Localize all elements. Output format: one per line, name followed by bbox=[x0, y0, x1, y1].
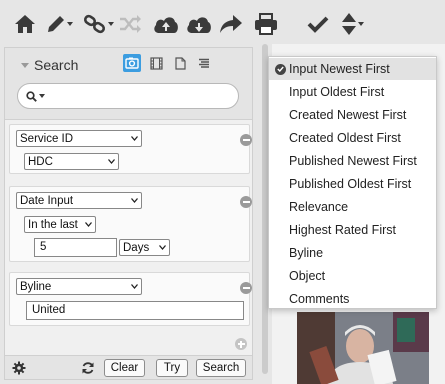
chevron-down-icon bbox=[131, 284, 138, 289]
photo-icon[interactable] bbox=[123, 54, 141, 72]
criterion-field-select[interactable]: Date Input bbox=[16, 192, 142, 209]
service-id-value: HDC bbox=[28, 155, 53, 168]
sort-option[interactable]: Byline bbox=[269, 242, 436, 264]
link-icon[interactable] bbox=[81, 11, 115, 37]
clear-button[interactable]: Clear bbox=[104, 359, 145, 377]
sort-option-label: Input Newest First bbox=[289, 62, 390, 76]
chevron-down-icon bbox=[107, 22, 114, 26]
video-icon[interactable] bbox=[147, 54, 165, 72]
search-panel-title: Search bbox=[34, 57, 79, 73]
sort-option[interactable]: Input Oldest First bbox=[269, 81, 436, 103]
checkmark-icon[interactable] bbox=[305, 11, 331, 37]
cloud-download-icon[interactable] bbox=[184, 11, 214, 37]
sort-option[interactable]: Input Newest First bbox=[269, 58, 436, 80]
sort-option[interactable]: Relevance bbox=[269, 196, 436, 218]
search-icon bbox=[26, 90, 37, 102]
date-range-value: In the last bbox=[28, 218, 78, 231]
document-icon[interactable] bbox=[171, 54, 189, 72]
main-toolbar bbox=[0, 0, 445, 46]
print-icon[interactable] bbox=[252, 11, 280, 37]
try-button[interactable]: Try bbox=[156, 359, 188, 377]
search-panel-footer: Clear Try Search bbox=[5, 355, 252, 379]
share-arrow-icon[interactable] bbox=[218, 11, 244, 37]
search-panel-header: Search bbox=[5, 48, 252, 120]
date-amount-field[interactable]: 5 bbox=[34, 238, 117, 257]
cloud-upload-icon[interactable] bbox=[151, 11, 181, 37]
criterion-field-value: Date Input bbox=[20, 194, 74, 207]
search-panel: Search Service ID HDC Date Input In the … bbox=[4, 47, 253, 380]
date-unit-value: Days bbox=[123, 241, 150, 254]
pencil-icon[interactable] bbox=[44, 11, 74, 37]
criterion-field-value: Byline bbox=[20, 280, 52, 293]
checkmark-icon bbox=[275, 63, 286, 75]
sort-option[interactable]: Created Newest First bbox=[269, 104, 436, 126]
criterion-field-value: Service ID bbox=[20, 132, 74, 145]
criterion-date-input: Date Input In the last 5 Days bbox=[9, 186, 252, 262]
chevron-down-icon bbox=[357, 22, 364, 26]
sort-option[interactable]: Object bbox=[269, 265, 436, 287]
sort-option[interactable]: Highest Rated First bbox=[269, 219, 436, 241]
refresh-icon[interactable] bbox=[81, 361, 95, 378]
chevron-down-icon bbox=[66, 22, 73, 26]
service-id-select[interactable]: HDC bbox=[24, 153, 119, 170]
byline-field[interactable]: United bbox=[26, 301, 244, 320]
remove-criterion-icon[interactable] bbox=[240, 134, 252, 146]
result-thumbnail[interactable] bbox=[297, 312, 429, 384]
date-unit-select[interactable]: Days bbox=[119, 239, 170, 256]
gear-icon[interactable] bbox=[12, 361, 26, 378]
text-icon[interactable] bbox=[195, 54, 213, 72]
search-panel-toggle[interactable]: Search bbox=[21, 57, 78, 73]
date-range-select[interactable]: In the last bbox=[24, 216, 96, 233]
chevron-down-icon bbox=[131, 136, 138, 141]
search-input[interactable] bbox=[17, 83, 239, 109]
chevron-down-icon bbox=[131, 198, 138, 203]
sort-icon[interactable] bbox=[337, 11, 367, 37]
add-criterion-icon[interactable] bbox=[235, 338, 247, 350]
criterion-service-id: Service ID HDC bbox=[9, 124, 252, 174]
sort-option[interactable]: Created Oldest First bbox=[269, 127, 436, 149]
criterion-byline: Byline United bbox=[9, 272, 252, 326]
sort-option[interactable]: Published Oldest First bbox=[269, 173, 436, 195]
chevron-down-icon bbox=[85, 222, 92, 227]
shuffle-icon bbox=[117, 11, 143, 37]
chevron-down-icon bbox=[108, 159, 115, 164]
chevron-down-icon bbox=[159, 245, 166, 250]
sort-option[interactable]: Comments bbox=[269, 288, 436, 310]
home-icon[interactable] bbox=[13, 11, 37, 37]
collapse-triangle-icon bbox=[21, 62, 29, 68]
remove-criterion-icon[interactable] bbox=[240, 196, 252, 208]
sort-menu: Input Newest First Input Oldest First Cr… bbox=[268, 56, 437, 309]
remove-criterion-icon[interactable] bbox=[240, 282, 252, 294]
search-button[interactable]: Search bbox=[196, 359, 246, 377]
criterion-field-select[interactable]: Service ID bbox=[16, 130, 142, 147]
media-type-filter bbox=[123, 54, 213, 72]
chevron-down-icon[interactable] bbox=[39, 94, 45, 98]
sort-option[interactable]: Published Newest First bbox=[269, 150, 436, 172]
criterion-field-select[interactable]: Byline bbox=[16, 278, 142, 295]
